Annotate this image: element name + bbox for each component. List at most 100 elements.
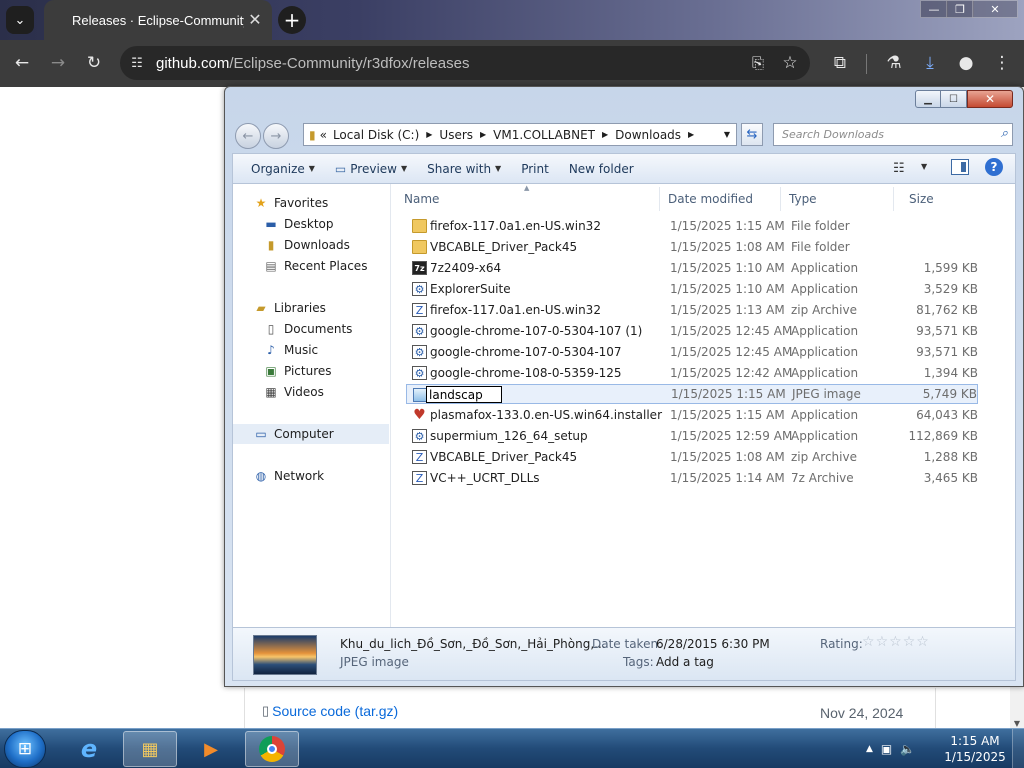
start-button[interactable]: ⊞ xyxy=(4,730,46,768)
browser-tab-releases[interactable]: Releases · Eclipse-Community/r3dfox ✕ xyxy=(44,0,272,40)
file-row[interactable]: firefox-117.0a1.en-US.win32 1/15/2025 1:1… xyxy=(406,216,978,236)
explorer-address-bar[interactable]: ▮ « Local Disk (C:) ▶ Users ▶ VM1.COLLAB… xyxy=(303,123,737,146)
column-divider[interactable] xyxy=(893,187,894,211)
explorer-maximize-icon[interactable]: ☐ xyxy=(941,90,967,108)
file-row[interactable]: ♥ plasmafox-133.0.en-US.win64.installer 1/… xyxy=(406,405,978,425)
reload-icon[interactable]: ↻ xyxy=(80,49,108,77)
file-row[interactable]: Zfirefox-117.0a1.en-US.win32 1/15/2025 1:… xyxy=(406,300,978,320)
libraries-icon: ▰ xyxy=(256,301,266,315)
file-row[interactable]: Z VBCABLE_Driver_Pack45 1/15/2025 1:08 AM z… xyxy=(406,447,978,467)
taskbar-chrome[interactable] xyxy=(245,731,299,767)
nav-network[interactable]: ◍ Network xyxy=(233,466,389,486)
close-icon[interactable]: ✕ xyxy=(972,0,1018,18)
star-outline-icon[interactable]: ☆ xyxy=(903,634,916,650)
view-dropdown-icon[interactable]: ▼ xyxy=(921,162,927,171)
file-row-selected[interactable]: landscap 1/15/2025 1:15 AM JPEG image 5,749… xyxy=(406,384,978,404)
show-desktop-button[interactable] xyxy=(1012,729,1024,768)
breadcrumb-users[interactable]: Users xyxy=(439,128,473,142)
nav-desktop[interactable]: ▬ Desktop xyxy=(233,214,389,234)
address-bar[interactable]: github.com/Eclipse-Community/r3dfox/rele… xyxy=(120,46,810,80)
more-menu-icon[interactable]: ⋮ xyxy=(988,49,1016,77)
file-row[interactable]: Z VC++_UCRT_DLLs 1/15/2025 1:14 AM 7z Archi… xyxy=(406,468,978,488)
explorer-minimize-icon[interactable]: ▁ xyxy=(915,90,941,108)
search-icon[interactable]: ⌕ xyxy=(1001,126,1008,141)
minimize-icon[interactable]: — xyxy=(920,0,948,18)
breadcrumb-local-disk[interactable]: Local Disk (C:) xyxy=(333,128,419,142)
taskbar-media-player[interactable]: ▶ xyxy=(184,731,238,767)
nav-downloads[interactable]: ▮ Downloads xyxy=(233,235,389,255)
labs-flask-icon[interactable]: ⚗ xyxy=(880,49,908,77)
source-code-link[interactable]: ▯ Source code (tar.gz) xyxy=(262,703,398,719)
file-row[interactable]: ⚙ supermium_126_64_setup 1/15/2025 12:59 A… xyxy=(406,426,978,446)
new-folder-button[interactable]: New folder xyxy=(559,157,644,181)
show-hidden-icons-icon[interactable]: ▲ xyxy=(866,744,873,754)
explorer-close-icon[interactable]: ✕ xyxy=(967,90,1013,108)
tab-search-button[interactable]: ⌄ xyxy=(6,6,34,34)
explorer-content: ★ Favorites ▬ Desktop ▮ Downloads ▤ Recent P… xyxy=(232,184,1016,627)
breadcrumb-overflow[interactable]: « xyxy=(320,128,327,142)
breadcrumb-user[interactable]: VM1.COLLABNET xyxy=(493,128,595,142)
tags-input[interactable]: Add a tag xyxy=(656,655,714,669)
nav-documents[interactable]: ▯ Documents xyxy=(233,319,389,339)
rename-input[interactable]: landscap xyxy=(426,386,502,403)
tags-label: Tags: xyxy=(623,655,654,669)
column-date-modified[interactable]: Date modified xyxy=(660,187,780,211)
extensions-icon[interactable]: ⧉ xyxy=(826,49,854,77)
explorer-back-icon[interactable]: ← xyxy=(235,123,261,149)
file-row[interactable]: VBCABLE_Driver_Pack45 1/15/2025 1:08 AM Fi… xyxy=(406,237,978,257)
nav-favorites[interactable]: ★ Favorites xyxy=(233,193,389,213)
nav-computer[interactable]: ▭ Computer xyxy=(233,424,389,444)
column-size[interactable]: Size xyxy=(901,187,981,211)
view-options-icon[interactable]: ☷ xyxy=(893,161,905,176)
download-icon[interactable]: ⤓ xyxy=(916,49,944,77)
forward-arrow-icon[interactable]: → xyxy=(44,49,72,77)
file-row[interactable]: ⚙ google-chrome-107-0-5304-107 (1) 1/15/20… xyxy=(406,321,978,341)
nav-pictures[interactable]: ▣ Pictures xyxy=(233,361,389,381)
nav-videos[interactable]: ▦ Videos xyxy=(233,382,389,402)
nav-recent-places[interactable]: ▤ Recent Places xyxy=(233,256,389,276)
file-row[interactable]: 7z 7z2409-x64 1/15/2025 1:10 AM Application… xyxy=(406,258,978,278)
taskbar-clock[interactable]: 1:15 AM 1/15/2025 xyxy=(940,733,1010,765)
explorer-forward-icon[interactable]: → xyxy=(263,123,289,149)
file-row[interactable]: ⚙ google-chrome-108-0-5359-125 1/15/2025 1… xyxy=(406,363,978,383)
new-tab-button[interactable]: + xyxy=(278,6,306,34)
print-button[interactable]: Print xyxy=(511,157,559,181)
share-with-button[interactable]: Share with ▼ xyxy=(417,157,511,181)
rating-label: Rating: xyxy=(820,637,863,651)
refresh-icon[interactable]: ⇆ xyxy=(741,123,763,146)
page-divider xyxy=(244,688,245,728)
file-row[interactable]: ⚙ google-chrome-107-0-5304-107 1/15/2025 1… xyxy=(406,342,978,362)
date-taken-value[interactable]: 6/28/2015 6:30 PM xyxy=(656,637,770,651)
preview-pane-icon[interactable] xyxy=(951,159,969,175)
network-tray-icon[interactable]: ▣ xyxy=(881,742,892,756)
column-type[interactable]: Type xyxy=(781,187,893,211)
search-input[interactable]: Search Downloads ⌕ xyxy=(773,123,1013,146)
nav-music[interactable]: ♪ Music xyxy=(233,340,389,360)
tab-close-icon[interactable]: ✕ xyxy=(246,11,264,29)
profile-avatar-icon[interactable]: ● xyxy=(952,49,980,77)
star-outline-icon[interactable]: ☆ xyxy=(876,634,889,650)
rating-stars[interactable]: ☆☆☆☆☆ xyxy=(862,634,930,650)
back-arrow-icon[interactable]: ← xyxy=(8,49,36,77)
breadcrumb-downloads[interactable]: Downloads xyxy=(615,128,681,142)
install-app-icon[interactable]: ⎘ xyxy=(744,49,772,77)
preview-button[interactable]: ▭ Preview ▼ xyxy=(325,157,417,181)
taskbar-file-explorer[interactable]: ▦ xyxy=(123,731,177,767)
star-outline-icon[interactable]: ☆ xyxy=(916,634,929,650)
address-dropdown-icon[interactable]: ▼ xyxy=(724,130,730,139)
page-scrollbar[interactable]: ▼ xyxy=(1010,687,1024,728)
breadcrumb-separator-icon: ▶ xyxy=(426,130,433,139)
nav-libraries[interactable]: ▰ Libraries xyxy=(233,298,389,318)
taskbar-internet-explorer[interactable]: e xyxy=(62,731,116,767)
chrome-icon xyxy=(259,736,285,762)
site-info-icon[interactable]: ☷ xyxy=(128,54,146,72)
help-icon[interactable]: ? xyxy=(985,158,1003,176)
star-outline-icon[interactable]: ☆ xyxy=(862,634,875,650)
volume-icon[interactable]: 🔈 xyxy=(900,742,915,756)
bookmark-star-icon[interactable]: ☆ xyxy=(776,49,804,77)
restore-icon[interactable]: ❐ xyxy=(946,0,974,18)
file-row[interactable]: ⚙ ExplorerSuite 1/15/2025 1:10 AM Applicati… xyxy=(406,279,978,299)
star-outline-icon[interactable]: ☆ xyxy=(889,634,902,650)
7zip-icon: 7z xyxy=(412,261,427,275)
organize-button[interactable]: Organize ▼ xyxy=(241,157,325,181)
